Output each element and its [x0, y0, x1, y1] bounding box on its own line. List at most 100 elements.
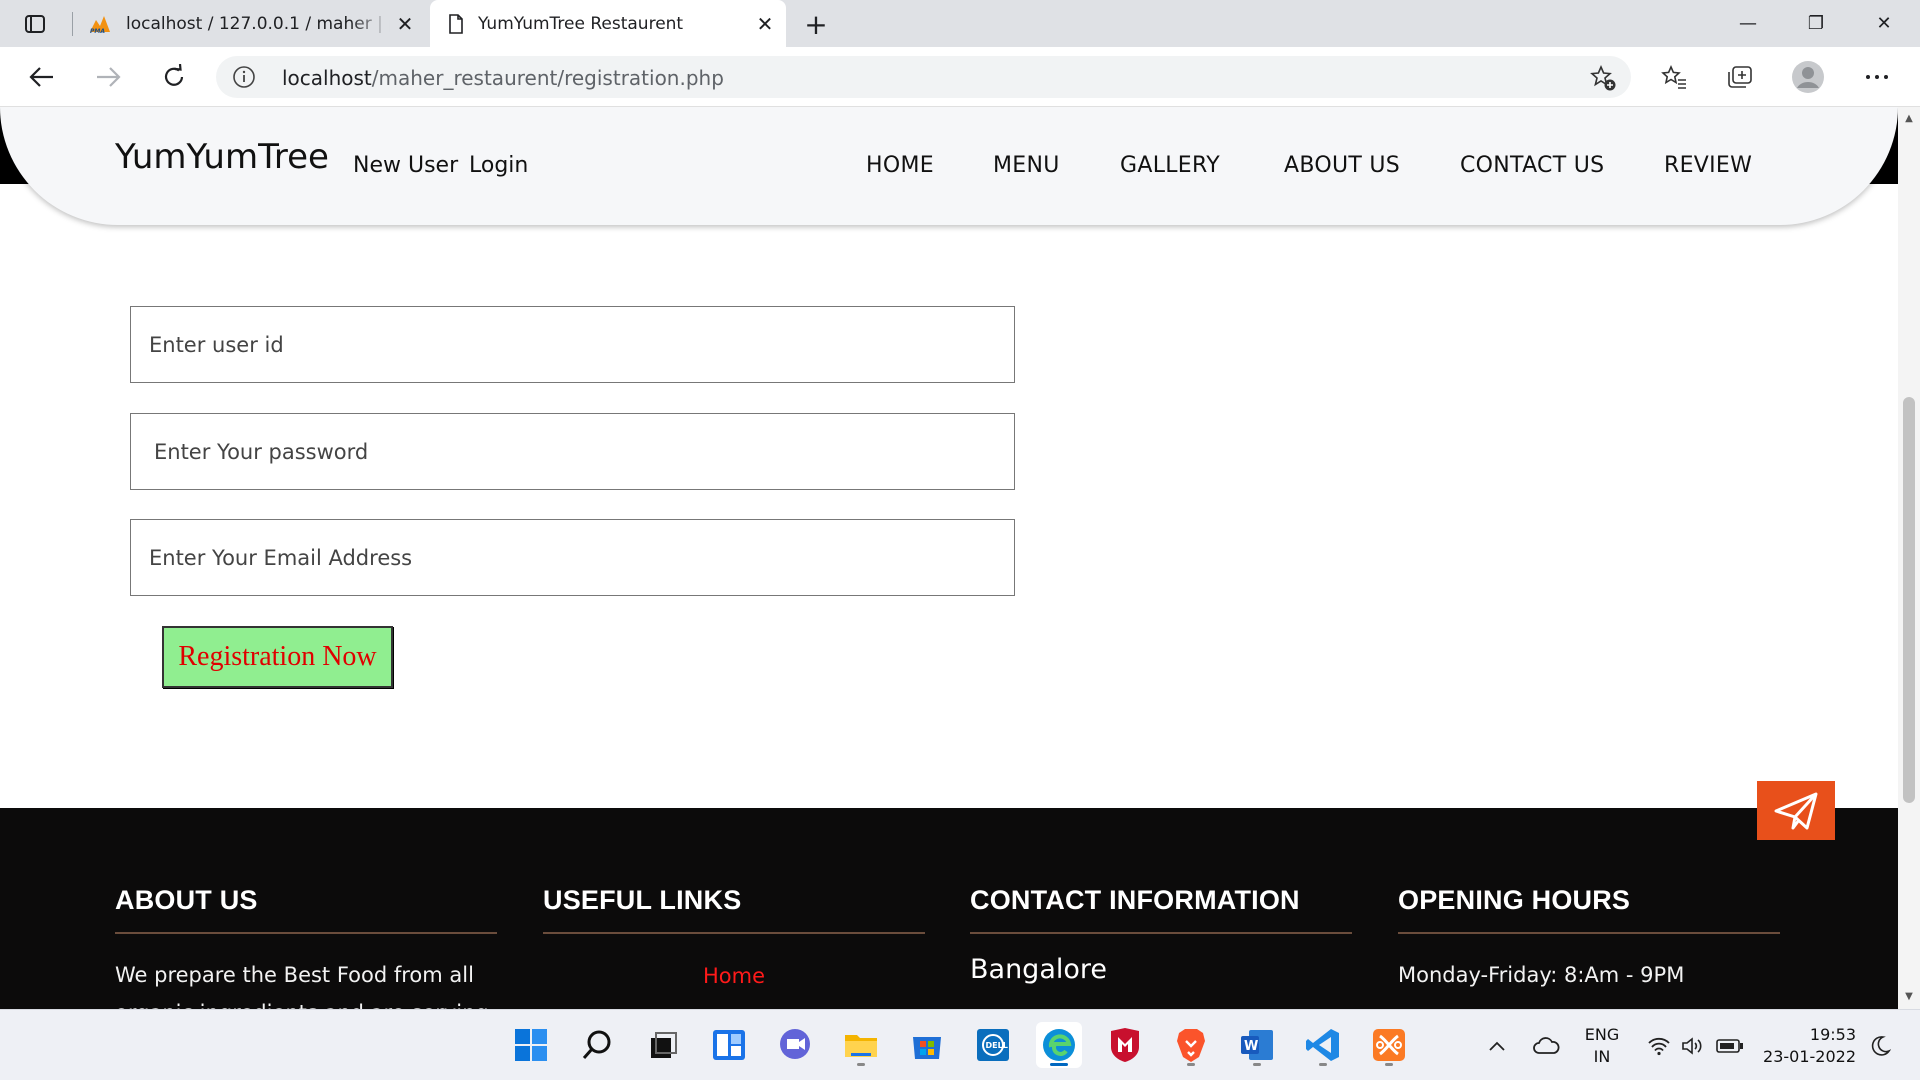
brave-icon	[1177, 1029, 1205, 1062]
edge-browser-button[interactable]	[1036, 1022, 1082, 1068]
refresh-icon	[164, 64, 184, 86]
footer-hours-title: OPENING HOURS	[1398, 885, 1631, 915]
minimize-button[interactable]: —	[1720, 0, 1776, 47]
widgets-button[interactable]	[706, 1022, 752, 1068]
favorites-icon	[1661, 65, 1686, 89]
login-link[interactable]: Login	[469, 153, 528, 178]
footer-divider	[1398, 932, 1780, 934]
close-tab-icon[interactable]: ✕	[750, 9, 780, 39]
file-explorer-button[interactable]	[838, 1022, 884, 1068]
scroll-down-icon[interactable]: ▼	[1903, 991, 1915, 1003]
footer-divider	[543, 932, 925, 934]
search-button[interactable]	[574, 1022, 620, 1068]
running-indicator	[1319, 1063, 1327, 1066]
notifications-button[interactable]	[1866, 1010, 1896, 1080]
footer-contact: CONTACT INFORMATION Bangalore	[970, 885, 1352, 985]
site-navbar: YumYumTree New User Login HOME MENU GALL…	[0, 107, 1898, 225]
footer-hours-weekdays: Monday-Friday: 8:Am - 9PM	[1398, 963, 1685, 987]
word-icon: W	[1241, 1030, 1273, 1060]
more-icon	[1866, 75, 1888, 79]
task-view-button[interactable]	[640, 1022, 686, 1068]
onedrive-button[interactable]	[1528, 1010, 1564, 1080]
xampp-icon	[1373, 1029, 1405, 1061]
page-content: YumYumTree New User Login HOME MENU GALL…	[0, 107, 1898, 1009]
url-text[interactable]: localhost/maher_restaurent/registration.…	[282, 66, 724, 90]
url-host: localhost	[282, 66, 372, 90]
mcafee-icon	[1111, 1028, 1139, 1062]
show-hidden-icons-button[interactable]	[1482, 1010, 1512, 1080]
footer-about-title: ABOUT US	[115, 885, 258, 915]
site-info-icon[interactable]	[232, 65, 256, 89]
clock[interactable]: 19:53 23-01-2022	[1754, 1010, 1858, 1080]
xampp-button[interactable]	[1366, 1022, 1412, 1068]
password-input[interactable]	[130, 413, 1015, 490]
speaker-icon	[1682, 1036, 1702, 1055]
language-code: ENG	[1584, 1024, 1620, 1044]
mcafee-button[interactable]	[1102, 1022, 1148, 1068]
refresh-button[interactable]	[154, 59, 194, 95]
nav-about-us[interactable]: ABOUT US	[1284, 153, 1400, 178]
site-brand[interactable]: YumYumTree	[115, 137, 329, 177]
footer-links: USEFUL LINKS Home	[543, 885, 925, 988]
site-footer: ABOUT US We prepare the Best Food from a…	[0, 808, 1898, 1009]
tab-phpmyadmin[interactable]: PMA localhost / 127.0.0.1 / maher | phpM…	[74, 0, 426, 47]
close-tab-icon[interactable]: ✕	[390, 9, 420, 39]
brave-browser-button[interactable]	[1168, 1022, 1214, 1068]
new-user-link[interactable]: New User	[353, 153, 458, 178]
nav-contact-us[interactable]: CONTACT US	[1460, 153, 1604, 178]
forward-button[interactable]	[88, 59, 128, 95]
add-favorite-icon[interactable]	[1589, 64, 1617, 92]
tab-yumyumtree[interactable]: YumYumTree Restaurent ✕	[430, 0, 786, 47]
footer-divider	[115, 932, 497, 934]
dell-app-button[interactable]: DELL	[970, 1022, 1016, 1068]
nav-home[interactable]: HOME	[866, 153, 934, 178]
teams-chat-button[interactable]	[772, 1022, 818, 1068]
user-id-input[interactable]	[130, 306, 1015, 383]
svg-text:W: W	[1244, 1039, 1258, 1054]
running-indicator	[1253, 1063, 1261, 1066]
search-icon	[582, 1030, 611, 1059]
battery-button[interactable]	[1714, 1010, 1746, 1080]
clock-time: 19:53	[1809, 1024, 1856, 1044]
nav-menu[interactable]: MENU	[993, 153, 1060, 178]
language-indicator[interactable]: ENG IN	[1576, 1010, 1628, 1080]
nav-gallery[interactable]: GALLERY	[1120, 153, 1220, 178]
new-tab-button[interactable]: +	[800, 8, 832, 41]
url-path: /maher_restaurent/registration.php	[371, 66, 724, 90]
scroll-up-icon[interactable]: ▲	[1903, 113, 1915, 125]
browser-toolbar: localhost/maher_restaurent/registration.…	[0, 47, 1920, 107]
arrow-left-icon	[29, 67, 53, 87]
wifi-button[interactable]	[1644, 1010, 1674, 1080]
volume-button[interactable]	[1678, 1010, 1708, 1080]
scrollbar-thumb[interactable]	[1903, 397, 1915, 803]
tab-title: YumYumTree Restaurent	[478, 13, 684, 34]
back-button[interactable]	[22, 59, 62, 95]
footer-about: ABOUT US We prepare the Best Food from a…	[115, 885, 497, 1009]
vscode-button[interactable]	[1300, 1022, 1346, 1068]
active-indicator	[1050, 1063, 1068, 1066]
page-icon	[449, 13, 463, 34]
word-button[interactable]: W	[1234, 1022, 1280, 1068]
tab-actions-button[interactable]	[14, 8, 56, 40]
cloud-icon	[1533, 1036, 1560, 1054]
email-input[interactable]	[130, 519, 1015, 596]
collections-icon	[1728, 66, 1752, 88]
windows-taskbar: DELL W ENG IN 19:53 23-01-2022	[0, 1009, 1920, 1080]
page-scrollbar[interactable]: ▲ ▼	[1898, 107, 1920, 1009]
settings-menu-button[interactable]	[1857, 59, 1897, 95]
favorites-button[interactable]	[1654, 59, 1694, 95]
paper-plane-icon	[1774, 792, 1818, 829]
collections-button[interactable]	[1720, 59, 1760, 95]
registration-submit-button[interactable]: Registration Now	[162, 626, 393, 688]
footer-link-home[interactable]: Home	[543, 964, 925, 988]
running-indicator	[1187, 1063, 1195, 1066]
maximize-button[interactable]: ❐	[1788, 0, 1844, 47]
close-window-button[interactable]: ✕	[1856, 0, 1912, 47]
microsoft-store-button[interactable]	[904, 1022, 950, 1068]
phpmyadmin-icon: PMA	[90, 15, 110, 34]
send-message-button[interactable]	[1757, 781, 1835, 840]
address-bar[interactable]: localhost/maher_restaurent/registration.…	[216, 56, 1631, 98]
nav-review[interactable]: REVIEW	[1664, 153, 1752, 178]
start-button[interactable]	[508, 1022, 554, 1068]
profile-button[interactable]	[1788, 59, 1828, 95]
